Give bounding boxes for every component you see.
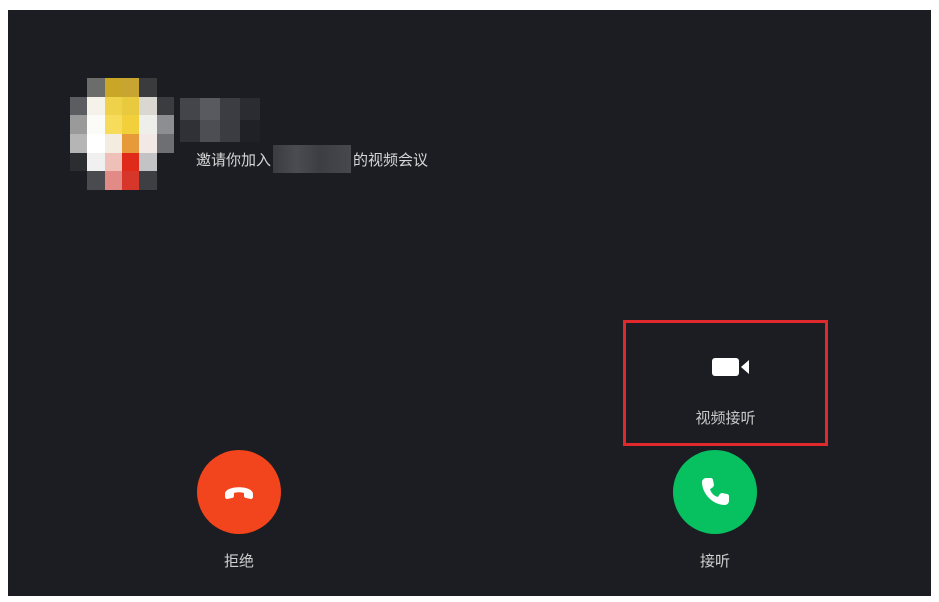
accept-label: 接听 bbox=[699, 552, 730, 570]
decline-button[interactable] bbox=[197, 450, 281, 534]
video-camera-icon bbox=[712, 358, 749, 376]
accept-button[interactable] bbox=[673, 450, 757, 534]
phone-hangup-icon bbox=[225, 487, 253, 499]
meeting-host-redacted bbox=[273, 145, 352, 173]
phone-icon bbox=[702, 478, 729, 505]
invite-suffix: 的视频会议 bbox=[353, 150, 429, 169]
invite-message: 邀请你加入 的视频会议 bbox=[196, 144, 428, 174]
video-answer-label: 视频接听 bbox=[695, 409, 756, 427]
video-answer-button[interactable]: 视频接听 bbox=[623, 320, 828, 446]
caller-avatar bbox=[70, 78, 174, 190]
decline-label: 拒绝 bbox=[223, 552, 254, 570]
incoming-call-screen: 邀请你加入 的视频会议 视频接听 拒绝 接听 bbox=[8, 10, 931, 596]
caller-name-redacted bbox=[180, 98, 260, 142]
invite-prefix: 邀请你加入 bbox=[196, 150, 272, 169]
